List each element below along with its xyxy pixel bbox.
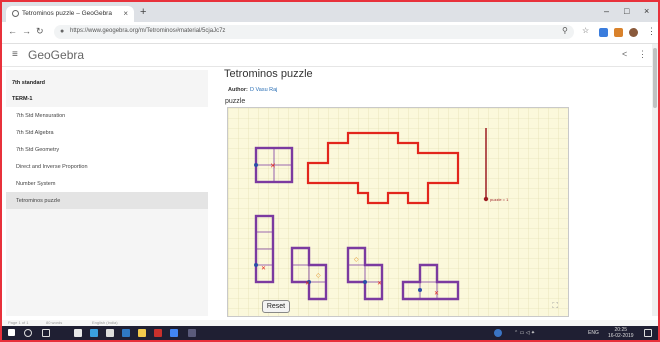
rotation-point[interactable] [254, 163, 258, 167]
hamburger-menu-icon[interactable]: ≡ [12, 49, 18, 60]
tray-app-icon[interactable] [494, 329, 502, 337]
chrome-menu-icon[interactable]: ⋮ [647, 26, 656, 37]
reload-icon[interactable]: ↻ [36, 26, 44, 37]
geogebra-favicon-icon [12, 10, 19, 17]
sidebar-item-label: Number System [16, 181, 56, 187]
folder-icon[interactable] [138, 329, 146, 337]
language-indicator[interactable]: ENG [588, 330, 599, 336]
slider-label: puzzle = 1 [490, 197, 509, 202]
slider-handle[interactable] [483, 196, 489, 202]
sidebar-item-label: 7th Std Geometry [16, 147, 60, 153]
page-title: Tetrominos puzzle [224, 68, 313, 80]
minimize-button[interactable]: – [604, 6, 609, 16]
rotation-point[interactable] [418, 288, 422, 292]
window-close-button[interactable]: × [644, 6, 649, 16]
share-icon[interactable]: < [622, 49, 627, 59]
forward-icon[interactable]: → [22, 26, 31, 36]
task-view-icon[interactable] [42, 329, 50, 337]
edge-icon[interactable] [90, 329, 98, 337]
chrome-icon[interactable] [170, 329, 178, 337]
more-vert-icon[interactable]: ⋮ [638, 49, 647, 60]
star-icon[interactable]: ☆ [582, 26, 589, 35]
sidebar-item-number-system[interactable]: Number System [6, 175, 208, 192]
puzzle-canvas[interactable]: puzzle = 1 ✕ ✕ ✕ ◇ ◇ ✕ ✕ [228, 108, 568, 316]
sidebar-item-geometry[interactable]: 7th Std Geometry [6, 141, 208, 158]
profile-avatar[interactable] [629, 28, 638, 37]
tab-title: Tetrominos puzzle – GeoGebra [22, 10, 112, 17]
drag-marker-icon[interactable]: ✕ [434, 291, 439, 297]
clock-date: 16-02-2019 [608, 333, 634, 339]
sidebar-item-tetrominos-puzzle[interactable]: Tetrominos puzzle [6, 192, 208, 209]
store-icon[interactable] [106, 329, 114, 337]
drag-marker-icon[interactable]: ✕ [270, 163, 276, 170]
sidebar-item-proportion[interactable]: Direct and Inverse Proportion [6, 158, 208, 175]
browser-tab-bar: Tetrominos puzzle – GeoGebra × + – □ × [2, 2, 658, 22]
sidebar-item-algebra[interactable]: 7th Std Algebra [6, 124, 208, 141]
app-header: ≡ GeoGebra < ⋮ [2, 44, 658, 67]
extension-icon[interactable] [599, 28, 608, 37]
windows-taskbar: ⌃ ▭ ◁ ✦ ENG 20:25 16-02-2019 [2, 326, 658, 340]
scrollbar-thumb[interactable] [653, 48, 657, 108]
rotation-point[interactable] [363, 280, 367, 284]
applet-description: puzzle [225, 98, 246, 105]
notifications-icon[interactable] [644, 329, 652, 337]
app-icon[interactable] [188, 329, 196, 337]
page-scrollbar[interactable] [652, 44, 658, 316]
address-bar[interactable]: ● https://www.geogebra.org/m/Tetrominos#… [54, 25, 574, 39]
flip-marker-icon[interactable]: ◇ [316, 273, 321, 279]
status-words: 80 words [46, 320, 63, 325]
file-explorer-icon[interactable] [74, 329, 82, 337]
new-tab-button[interactable]: + [140, 6, 146, 18]
tab-close-icon[interactable]: × [123, 9, 128, 18]
sidebar-item-label: Direct and Inverse Proportion [16, 164, 88, 170]
book-sidebar: 7th standard TERM-1 7th Std Mensuration … [6, 70, 208, 316]
search-icon[interactable] [24, 329, 32, 337]
lock-icon: ● [60, 28, 65, 35]
flip-marker-icon[interactable]: ◇ [354, 257, 359, 263]
sidebar-item-7th-standard[interactable]: 7th standard [6, 74, 208, 91]
status-page: Page 1 of 1 [8, 320, 29, 325]
browser-tab[interactable]: Tetrominos puzzle – GeoGebra × [6, 6, 134, 22]
drag-marker-icon[interactable]: ✕ [305, 281, 310, 287]
word-icon[interactable] [122, 329, 130, 337]
drag-marker-icon[interactable]: ✕ [377, 281, 382, 287]
geogebra-applet[interactable]: puzzle = 1 ✕ ✕ ✕ ◇ ◇ ✕ ✕ Reset ⛶ [227, 107, 569, 317]
extension-icon[interactable] [614, 28, 623, 37]
tray-icons[interactable]: ⌃ ▭ ◁ ✦ [514, 330, 535, 336]
geogebra-logo[interactable]: GeoGebra [28, 48, 84, 62]
system-clock[interactable]: 20:25 16-02-2019 [608, 327, 634, 339]
url-text: https://www.geogebra.org/m/Tetrominos#ma… [70, 28, 226, 34]
back-icon[interactable]: ← [8, 26, 17, 36]
search-icon[interactable]: ⚲ [562, 26, 568, 35]
rotation-point[interactable] [254, 263, 258, 267]
sidebar-item-term-1[interactable]: TERM-1 [6, 90, 208, 107]
status-lang: English (India) [92, 320, 118, 325]
author-link[interactable]: D Vasu Raj [250, 87, 277, 93]
windows-start-icon[interactable] [8, 329, 15, 336]
sidebar-item-label: Tetrominos puzzle [16, 198, 61, 204]
reset-button[interactable]: Reset [262, 300, 290, 313]
maximize-button[interactable]: □ [624, 6, 629, 16]
sidebar-item-label: 7th standard [12, 80, 46, 86]
fullscreen-icon[interactable]: ⛶ [552, 301, 558, 311]
sidebar-item-label: 7th Std Algebra [16, 130, 54, 136]
author-label: Author: [228, 87, 248, 93]
sidebar-item-label: TERM-1 [12, 96, 33, 102]
screen-frame: Tetrominos puzzle – GeoGebra × + – □ × ←… [0, 0, 660, 342]
sidebar-item-label: 7th Std Mensuration [16, 113, 66, 119]
address-row: ← → ↻ ● https://www.geogebra.org/m/Tetro… [2, 22, 658, 44]
app-icon[interactable] [154, 329, 162, 337]
sidebar-item-mensuration[interactable]: 7th Std Mensuration [6, 107, 208, 124]
drag-marker-icon[interactable]: ✕ [261, 266, 266, 272]
